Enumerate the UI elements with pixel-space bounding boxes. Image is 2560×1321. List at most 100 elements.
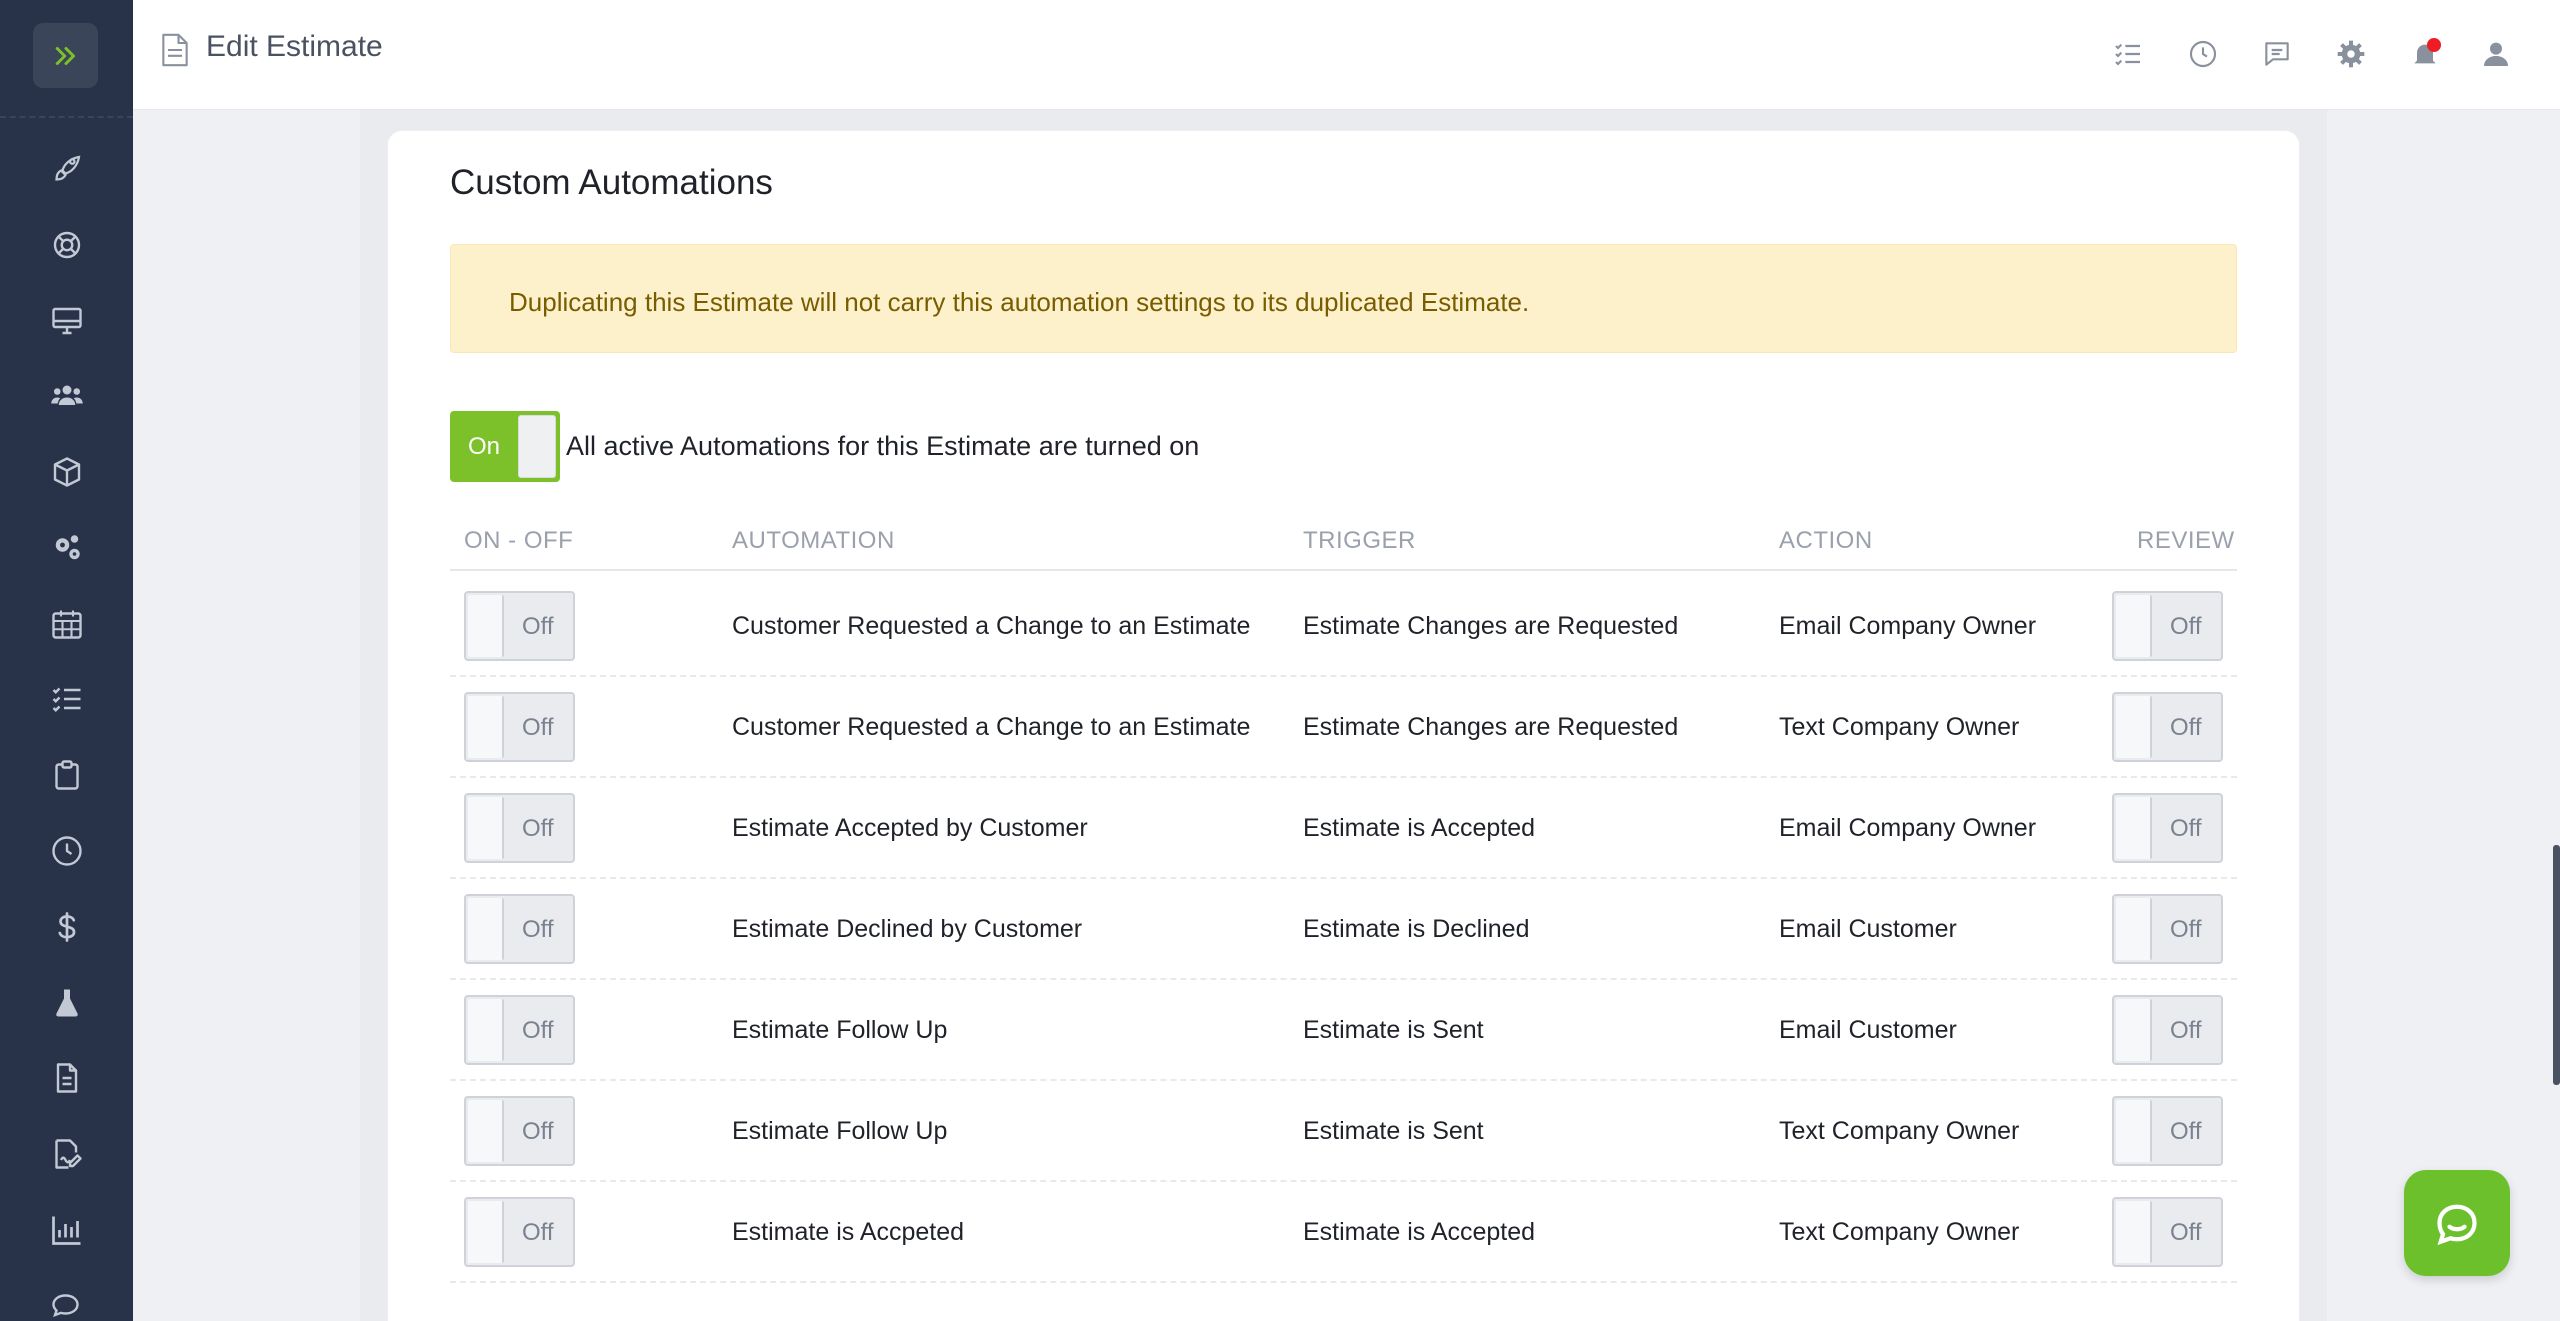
automation-trigger: Estimate is Declined xyxy=(1303,915,1530,943)
automation-toggle[interactable]: Off xyxy=(464,692,575,762)
toggle-off-label: Off xyxy=(2170,815,2202,842)
document-icon[interactable] xyxy=(45,1056,89,1100)
automation-trigger: Estimate Changes are Requested xyxy=(1303,713,1679,741)
toggle-knob xyxy=(2116,595,2152,657)
review-toggle[interactable]: Off xyxy=(2112,793,2223,863)
comments-icon[interactable] xyxy=(45,1284,89,1321)
sidebar xyxy=(0,0,133,1321)
review-toggle[interactable]: Off xyxy=(2112,692,2223,762)
toggle-knob xyxy=(468,797,504,859)
lifebuoy-icon[interactable] xyxy=(45,223,89,267)
toggle-knob xyxy=(2116,1100,2152,1162)
automation-toggle[interactable]: Off xyxy=(464,894,575,964)
toggle-off-label: Off xyxy=(522,1118,554,1145)
clipboard-icon[interactable] xyxy=(45,753,89,797)
automation-toggle[interactable]: Off xyxy=(464,793,575,863)
automation-action: Email Customer xyxy=(1779,1016,1957,1044)
automation-trigger: Estimate Changes are Requested xyxy=(1303,612,1679,640)
dollar-icon[interactable] xyxy=(45,905,89,949)
automation-action: Text Company Owner xyxy=(1779,1117,2020,1145)
toggle-off-label: Off xyxy=(522,613,554,640)
automation-name: Customer Requested a Change to an Estima… xyxy=(732,612,1251,640)
alert-text: Duplicating this Estimate will not carry… xyxy=(509,287,1530,317)
table-row: Off Estimate Follow Up Estimate is Sent … xyxy=(450,1081,2237,1182)
review-toggle[interactable]: Off xyxy=(2112,894,2223,964)
automation-trigger: Estimate is Sent xyxy=(1303,1117,1484,1145)
automation-toggle[interactable]: Off xyxy=(464,995,575,1065)
toggle-knob xyxy=(468,898,504,960)
automation-name: Estimate is Accpeted xyxy=(732,1218,965,1246)
scrollbar-thumb[interactable] xyxy=(2553,845,2560,1085)
review-toggle[interactable]: Off xyxy=(2112,591,2223,661)
automation-toggle[interactable]: Off xyxy=(464,1096,575,1166)
toggle-off-label: Off xyxy=(522,815,554,842)
review-toggle[interactable]: Off xyxy=(2112,995,2223,1065)
column-header-review: REVIEW xyxy=(2137,527,2235,554)
flask-icon[interactable] xyxy=(45,981,89,1025)
sidebar-divider xyxy=(0,116,133,118)
toggle-knob xyxy=(2116,898,2152,960)
chevrons-right-icon xyxy=(55,46,75,65)
bell-icon[interactable] xyxy=(2407,36,2443,72)
user-icon[interactable] xyxy=(2478,36,2514,72)
clock-icon[interactable] xyxy=(45,829,89,873)
toggle-knob xyxy=(518,415,556,478)
review-toggle[interactable]: Off xyxy=(2112,1096,2223,1166)
automations-card: Custom Automations Duplicating this Esti… xyxy=(388,131,2299,1321)
column-header-action: ACTION xyxy=(1779,527,1873,554)
automation-name: Estimate Follow Up xyxy=(732,1117,948,1145)
automation-trigger: Estimate is Accepted xyxy=(1303,1218,1536,1246)
column-header-onoff: ON - OFF xyxy=(464,527,574,554)
chat-icon[interactable] xyxy=(2259,36,2295,72)
table-row: Off Customer Requested a Change to an Es… xyxy=(450,576,2237,677)
monitor-icon[interactable] xyxy=(45,299,89,343)
master-automation-toggle[interactable]: On xyxy=(450,411,560,482)
toggle-off-label: Off xyxy=(522,1017,554,1044)
live-chat-button[interactable] xyxy=(2404,1170,2510,1276)
gears-icon[interactable] xyxy=(45,526,89,570)
toggle-off-label: Off xyxy=(2170,1017,2202,1044)
automation-action: Email Company Owner xyxy=(1779,814,2037,842)
automation-name: Customer Requested a Change to an Estima… xyxy=(732,713,1251,741)
section-title: Custom Automations xyxy=(450,163,773,202)
review-toggle[interactable]: Off xyxy=(2112,1197,2223,1267)
automation-name: Estimate Follow Up xyxy=(732,1016,948,1044)
calendar-icon[interactable] xyxy=(45,602,89,646)
rocket-icon[interactable] xyxy=(45,147,89,191)
automation-trigger: Estimate is Sent xyxy=(1303,1016,1484,1044)
column-header-automation: AUTOMATION xyxy=(732,527,895,554)
tasks-icon[interactable] xyxy=(45,677,89,721)
chat-bubbles-icon xyxy=(2437,1204,2477,1246)
toggle-off-label: Off xyxy=(2170,1118,2202,1145)
table-row: Off Estimate Follow Up Estimate is Sent … xyxy=(450,980,2237,1081)
automation-action: Text Company Owner xyxy=(1779,1218,2020,1246)
automation-toggle[interactable]: Off xyxy=(464,591,575,661)
toggle-on-label: On xyxy=(468,433,501,460)
automation-name: Estimate Declined by Customer xyxy=(732,915,1083,943)
history-icon[interactable] xyxy=(2185,36,2221,72)
users-icon[interactable] xyxy=(45,374,89,418)
toggle-knob xyxy=(2116,999,2152,1061)
table-row: Off Estimate Accepted by Customer Estima… xyxy=(450,778,2237,879)
automation-action: Email Company Owner xyxy=(1779,612,2037,640)
toggle-off-label: Off xyxy=(2170,1219,2202,1246)
toggle-off-label: Off xyxy=(522,1219,554,1246)
checklist-icon[interactable] xyxy=(2110,36,2146,72)
toggle-knob xyxy=(468,999,504,1061)
automation-action: Text Company Owner xyxy=(1779,713,2020,741)
notification-badge xyxy=(2427,38,2441,52)
settings-icon[interactable] xyxy=(2333,36,2369,72)
box-icon[interactable] xyxy=(45,450,89,494)
automation-toggle[interactable]: Off xyxy=(464,1197,575,1267)
expand-sidebar-button[interactable] xyxy=(33,23,98,88)
toggle-knob xyxy=(468,1100,504,1162)
toggle-off-label: Off xyxy=(2170,916,2202,943)
signature-icon[interactable] xyxy=(45,1132,89,1176)
toggle-knob xyxy=(468,595,504,657)
toggle-off-label: Off xyxy=(2170,714,2202,741)
toggle-off-label: Off xyxy=(522,916,554,943)
table-header: ON - OFF AUTOMATION TRIGGER ACTION REVIE… xyxy=(450,527,2237,571)
table-row: Off Customer Requested a Change to an Es… xyxy=(450,677,2237,778)
chart-icon[interactable] xyxy=(45,1208,89,1252)
automation-trigger: Estimate is Accepted xyxy=(1303,814,1536,842)
